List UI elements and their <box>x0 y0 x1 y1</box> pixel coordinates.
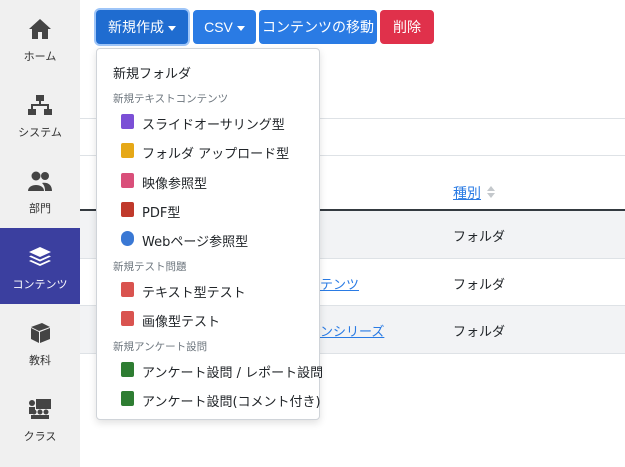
cell-type: フォルダ <box>453 278 506 293</box>
image-test-icon <box>121 311 134 326</box>
slide-authoring-icon <box>121 114 134 129</box>
sidebar-item-department[interactable]: 部門 <box>0 152 80 228</box>
sidebar-item-subject[interactable]: 教科 <box>0 304 80 380</box>
survey-icon <box>121 362 134 377</box>
layers-icon <box>29 247 51 266</box>
menu-item-folder-upload[interactable]: フォルダ アップロード型 <box>97 138 319 164</box>
sidebar-item-label: クラス <box>23 430 57 443</box>
menu-item-label: 画像型テスト <box>142 315 221 330</box>
sidebar-item-contents[interactable]: コンテンツ <box>0 228 80 304</box>
menu-item-label: スライドオーサリング型 <box>142 118 285 133</box>
cell-name-link[interactable]: ンシリーズ <box>320 321 384 340</box>
menu-item-survey-report[interactable]: アンケート設問 / レポート設問 <box>97 357 323 383</box>
sidebar-item-label: システム <box>18 126 62 139</box>
menu-item-label: Webページ参照型 <box>142 235 249 250</box>
text-test-icon <box>121 282 134 297</box>
book-icon <box>31 323 50 343</box>
new-create-button[interactable]: 新規作成 <box>96 10 188 44</box>
sidebar: ホーム システム 部門 コンテンツ 教科 クラス <box>0 0 80 467</box>
menu-item-label: フォルダ アップロード型 <box>142 147 290 162</box>
column-header-type[interactable]: 種別 <box>453 183 481 203</box>
menu-item-label: テキスト型テスト <box>142 286 246 301</box>
web-icon <box>121 231 134 246</box>
users-icon <box>28 171 52 191</box>
move-contents-button[interactable]: コンテンツの移動 <box>259 10 377 44</box>
menu-item-image-test[interactable]: 画像型テスト <box>97 306 319 332</box>
delete-button[interactable]: 削除 <box>380 10 434 44</box>
menu-item-label: 映像参照型 <box>142 177 208 192</box>
menu-item-new-folder[interactable]: 新規フォルダ <box>113 63 191 82</box>
sidebar-item-label: 教科 <box>29 354 51 367</box>
menu-section-survey: 新規アンケート設問 <box>113 341 208 353</box>
cell-type: フォルダ <box>453 230 506 245</box>
menu-section-text-contents: 新規テキストコンテンツ <box>113 93 229 105</box>
menu-item-video[interactable]: 映像参照型 <box>97 168 319 194</box>
sort-icon[interactable] <box>487 186 495 198</box>
new-create-dropdown-menu: 新規フォルダ 新規テキストコンテンツ スライドオーサリング型 フォルダ アップロ… <box>96 48 323 420</box>
menu-item-text-test[interactable]: テキスト型テスト <box>97 277 319 303</box>
sidebar-item-label: ホーム <box>23 50 57 63</box>
pdf-icon <box>121 202 134 217</box>
menu-item-web-page[interactable]: Webページ参照型 <box>97 226 319 252</box>
cell-type: フォルダ <box>453 325 506 340</box>
survey-comment-icon <box>121 391 134 406</box>
sitemap-icon <box>28 95 52 115</box>
classroom-icon <box>29 399 51 419</box>
menu-section-test: 新規テスト問題 <box>113 261 187 273</box>
sidebar-item-label: 部門 <box>29 202 51 215</box>
sidebar-item-class[interactable]: クラス <box>0 380 80 456</box>
folder-upload-icon <box>121 143 134 158</box>
menu-item-survey-comment[interactable]: アンケート設問(コメント付き) <box>97 386 321 412</box>
sidebar-item-system[interactable]: システム <box>0 76 80 152</box>
cell-name-link[interactable]: テンツ <box>320 274 359 293</box>
menu-item-label: アンケート設問(コメント付き) <box>142 395 321 410</box>
home-icon <box>29 19 51 39</box>
menu-item-slide-authoring[interactable]: スライドオーサリング型 <box>97 109 319 135</box>
new-create-label: 新規作成 <box>108 19 164 35</box>
sidebar-item-label: コンテンツ <box>12 278 68 291</box>
menu-item-pdf[interactable]: PDF型 <box>97 197 319 223</box>
menu-item-label: アンケート設問 / レポート設問 <box>142 366 324 381</box>
sidebar-item-home[interactable]: ホーム <box>0 0 80 76</box>
video-icon <box>121 173 134 188</box>
csv-button[interactable]: CSV <box>193 10 256 44</box>
csv-label: CSV <box>204 19 233 35</box>
menu-item-label: PDF型 <box>142 206 181 221</box>
caret-down-icon <box>168 25 176 31</box>
caret-down-icon <box>236 25 245 31</box>
